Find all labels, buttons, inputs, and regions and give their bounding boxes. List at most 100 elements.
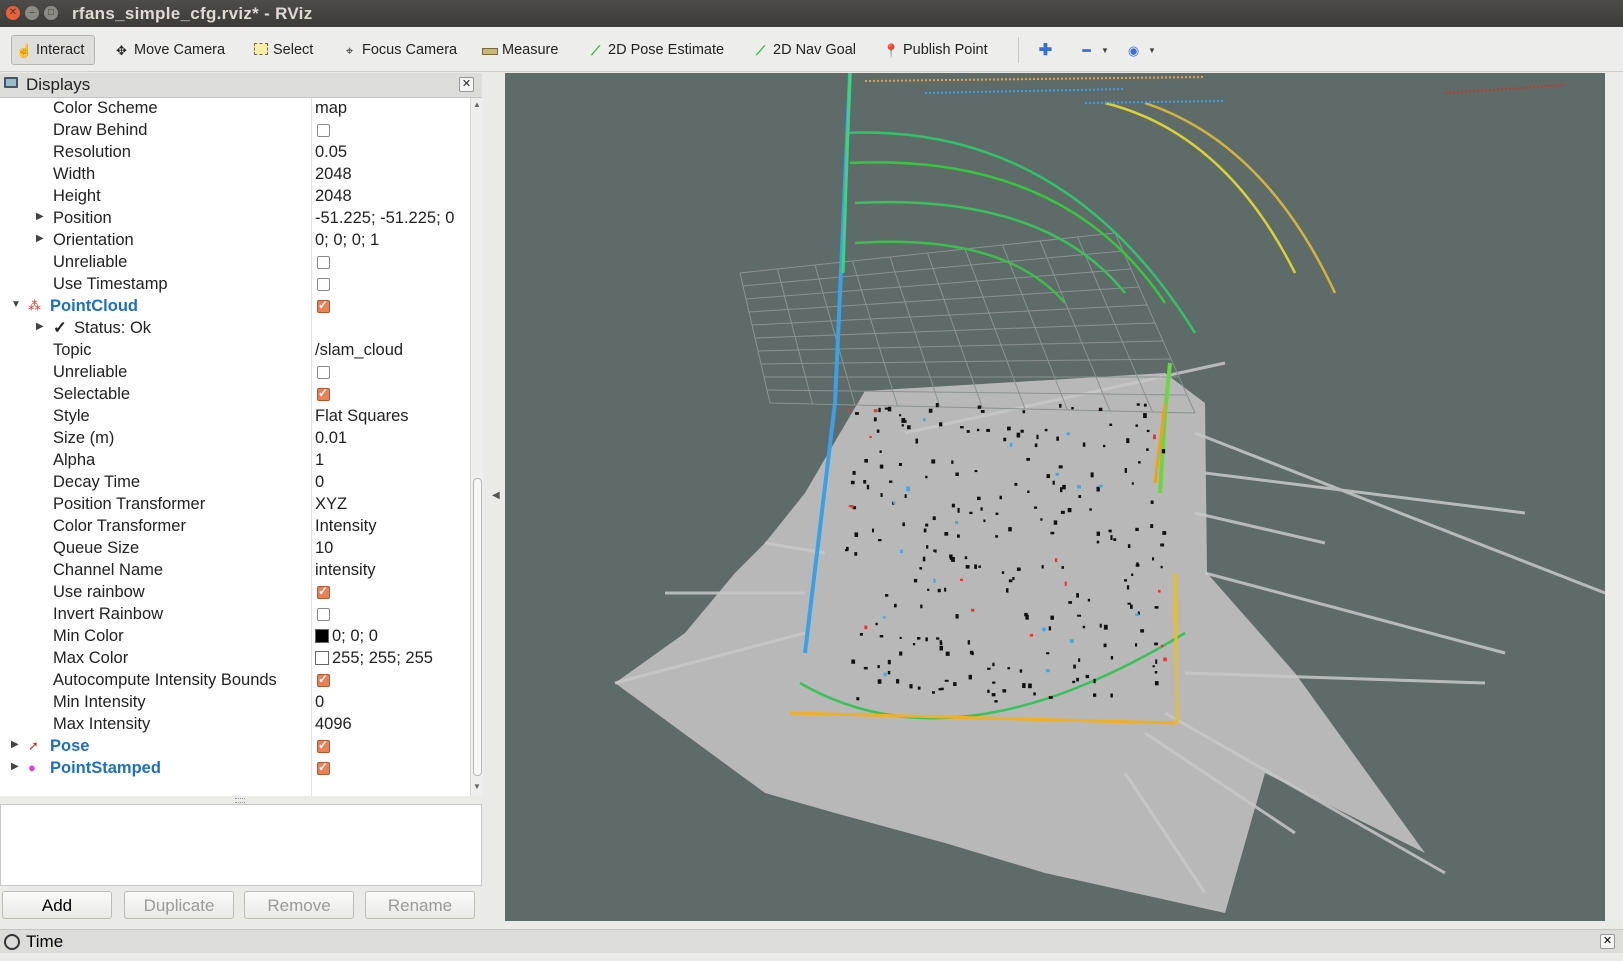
color-swatch[interactable] [315, 651, 329, 665]
property-value[interactable]: XYZ [315, 495, 347, 513]
property-value-cell[interactable]: 10 [315, 539, 333, 558]
property-row[interactable]: Invert Rainbow [0, 604, 470, 626]
property-row[interactable]: Max Intensity 4096 [0, 714, 470, 736]
property-row[interactable]: Resolution 0.05 [0, 142, 470, 164]
property-value-cell[interactable]: intensity [315, 561, 376, 580]
property-checkbox[interactable] [317, 278, 330, 291]
displays-scrollbar[interactable]: ▲ ▼ [470, 98, 483, 796]
property-row[interactable]: Decay Time 0 [0, 472, 470, 494]
property-row[interactable]: Selectable [0, 384, 470, 406]
property-row[interactable]: Autocompute Intensity Bounds [0, 670, 470, 692]
property-value-cell[interactable]: 1 [315, 451, 324, 470]
interact-tool-button[interactable]: ☝ Interact [11, 35, 95, 65]
minimize-window-icon[interactable]: – [25, 6, 39, 20]
property-row[interactable]: Color Scheme map [0, 98, 470, 120]
property-row[interactable]: Alpha 1 [0, 450, 470, 472]
property-row[interactable]: Queue Size 10 [0, 538, 470, 560]
property-value[interactable]: 2048 [315, 165, 352, 183]
collapse-left-handle-icon[interactable]: ◀ [492, 490, 500, 501]
property-value[interactable]: -51.225; -51.225; 0 [315, 209, 454, 227]
property-value-cell[interactable]: 2048 [315, 187, 352, 206]
expand-arrow-icon[interactable]: ▶ [11, 761, 19, 772]
property-value[interactable]: 255; 255; 255 [332, 649, 433, 667]
property-value-cell[interactable]: map [315, 99, 347, 118]
property-value-cell[interactable]: /slam_cloud [315, 341, 403, 360]
panel-splitter[interactable] [0, 796, 482, 804]
scroll-down-icon[interactable]: ▼ [473, 782, 481, 791]
property-value-cell[interactable]: Intensity [315, 517, 376, 536]
add-tool-button[interactable]: ✚ [1034, 35, 1057, 65]
property-row[interactable]: ▶ ✓ Status: Ok [0, 318, 470, 340]
property-row[interactable]: Position Transformer XYZ [0, 494, 470, 516]
property-row[interactable]: Size (m) 0.01 [0, 428, 470, 450]
property-row[interactable]: Use rainbow [0, 582, 470, 604]
property-checkbox[interactable] [317, 256, 330, 269]
property-value-cell[interactable]: -51.225; -51.225; 0 [315, 209, 454, 228]
add-display-button[interactable]: Add [2, 891, 112, 919]
property-row[interactable]: ▼ ⁂ PointCloud [0, 296, 470, 318]
expand-arrow-icon[interactable]: ▶ [11, 739, 19, 750]
property-row[interactable]: Color Transformer Intensity [0, 516, 470, 538]
property-row[interactable]: Width 2048 [0, 164, 470, 186]
property-value[interactable]: 4096 [315, 715, 352, 733]
property-value-cell[interactable]: 0 [315, 693, 324, 712]
property-checkbox[interactable] [317, 760, 330, 775]
property-value[interactable]: 0 [315, 473, 324, 491]
scroll-up-icon[interactable]: ▲ [473, 100, 481, 109]
property-value[interactable]: 2048 [315, 187, 352, 205]
rename-display-button[interactable]: Rename [365, 891, 475, 919]
expand-arrow-icon[interactable]: ▶ [36, 211, 44, 222]
property-row[interactable]: Unreliable [0, 362, 470, 384]
property-value-cell[interactable]: Flat Squares [315, 407, 409, 426]
property-value[interactable]: Intensity [315, 517, 376, 535]
maximize-window-icon[interactable]: □ [44, 6, 58, 20]
expand-arrow-icon[interactable]: ▶ [36, 321, 44, 332]
property-checkbox[interactable] [317, 608, 330, 621]
property-row[interactable]: Channel Name intensity [0, 560, 470, 582]
property-checkbox[interactable] [317, 366, 330, 379]
property-value-cell[interactable]: 0; 0; 0 [315, 627, 378, 646]
property-checkbox[interactable] [317, 738, 330, 753]
close-window-icon[interactable]: ✕ [6, 6, 20, 20]
remove-tool-button[interactable]: ━ ▼ [1075, 35, 1113, 65]
property-row[interactable]: ▶ ➚ Pose [0, 736, 470, 758]
nav-goal-tool-button[interactable]: ⟋ 2D Nav Goal [749, 35, 860, 65]
property-checkbox[interactable] [317, 584, 330, 599]
close-time-panel-icon[interactable]: ✕ [1600, 934, 1615, 949]
publish-point-tool-button[interactable]: 📍 Publish Point [879, 35, 992, 65]
property-value[interactable]: 0; 0; 0 [332, 627, 378, 645]
property-row[interactable]: ▶ Position -51.225; -51.225; 0 [0, 208, 470, 230]
close-panel-icon[interactable]: ✕ [459, 77, 474, 92]
property-value[interactable]: 0 [315, 693, 324, 711]
property-checkbox[interactable] [317, 124, 330, 137]
property-value[interactable]: 10 [315, 539, 333, 557]
property-value[interactable]: 1 [315, 451, 324, 469]
property-value-cell[interactable]: 255; 255; 255 [315, 649, 433, 668]
color-swatch[interactable] [315, 629, 329, 643]
property-row[interactable]: Style Flat Squares [0, 406, 470, 428]
point-cloud-render[interactable] [505, 73, 1605, 921]
property-value-cell[interactable]: 0 [315, 473, 324, 492]
property-value[interactable]: /slam_cloud [315, 341, 403, 359]
property-row[interactable]: Unreliable [0, 252, 470, 274]
select-tool-button[interactable]: Select [249, 35, 317, 65]
property-row[interactable]: Draw Behind [0, 120, 470, 142]
property-value[interactable]: 0.05 [315, 143, 347, 161]
duplicate-display-button[interactable]: Duplicate [124, 891, 234, 919]
property-value-cell[interactable]: XYZ [315, 495, 347, 514]
property-value-cell[interactable]: 2048 [315, 165, 352, 184]
remove-display-button[interactable]: Remove [244, 891, 354, 919]
property-value[interactable]: map [315, 99, 347, 117]
property-row[interactable]: Max Color 255; 255; 255 [0, 648, 470, 670]
property-row[interactable]: ▶ Orientation 0; 0; 0; 1 [0, 230, 470, 252]
property-checkbox[interactable] [317, 386, 330, 401]
property-row[interactable]: Min Color 0; 0; 0 [0, 626, 470, 648]
expand-arrow-icon[interactable]: ▶ [36, 233, 44, 244]
pose-estimate-tool-button[interactable]: ⟋ 2D Pose Estimate [584, 35, 728, 65]
property-value[interactable]: intensity [315, 561, 376, 579]
property-checkbox[interactable] [317, 672, 330, 687]
measure-tool-button[interactable]: Measure [478, 35, 562, 65]
3d-viewport[interactable] [505, 73, 1605, 921]
property-row[interactable]: ▶ ● PointStamped [0, 758, 470, 780]
view-tool-button[interactable]: ◉ ▼ [1122, 35, 1160, 65]
